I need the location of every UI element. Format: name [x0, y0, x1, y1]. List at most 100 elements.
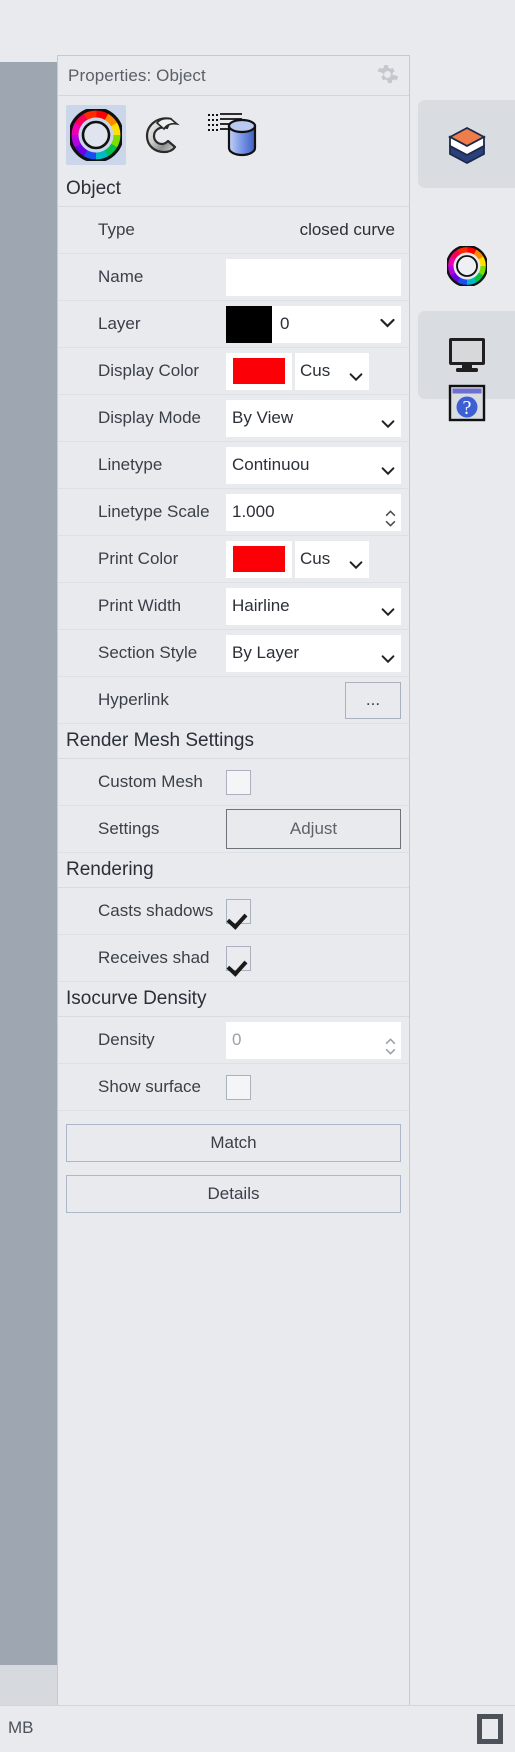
type-value: closed curve — [299, 220, 395, 239]
material-properties-icon[interactable] — [134, 105, 194, 165]
layer-color-swatch — [226, 305, 272, 343]
linetype-label: Linetype — [98, 455, 163, 474]
receives-shadows-checkbox[interactable] — [226, 945, 251, 971]
panel-toggle-icon[interactable] — [477, 1714, 503, 1744]
row-display-color: Display Color Cus — [58, 348, 409, 395]
row-section-style: Section Style By Layer — [58, 630, 409, 677]
chevron-up-icon[interactable] — [385, 504, 396, 516]
print-width-value: Hairline — [232, 596, 290, 615]
linetype-scale-input[interactable]: 1.000 — [226, 493, 379, 531]
print-width-combo[interactable]: Hairline — [226, 587, 401, 625]
custom-mesh-checkbox[interactable] — [226, 769, 251, 795]
layer-value: 0 — [280, 314, 290, 333]
status-text: MB — [8, 1718, 34, 1737]
row-display-mode: Display Mode By View — [58, 395, 409, 442]
receives-shadows-label: Receives shad — [98, 948, 210, 967]
section-rendering: Rendering — [58, 853, 409, 888]
section-object: Object — [58, 168, 409, 207]
print-color-swatch-button[interactable] — [226, 540, 292, 578]
print-color-swatch — [233, 546, 285, 572]
casts-shadows-checkbox[interactable] — [226, 898, 251, 924]
texture-mapping-icon[interactable] — [202, 105, 262, 165]
properties-panel: Properties: Object Object Type closed cu… — [57, 55, 410, 1705]
row-casts-shadows: Casts shadows — [58, 888, 409, 935]
chevron-down-icon[interactable] — [385, 1042, 396, 1055]
display-mode-value: By View — [232, 408, 294, 427]
adjust-button[interactable]: Adjust — [226, 809, 401, 849]
name-label: Name — [98, 267, 144, 286]
row-hyperlink: Hyperlink ... — [58, 677, 409, 724]
show-surface-checkbox[interactable] — [226, 1074, 251, 1100]
rail-item-layers[interactable] — [418, 100, 515, 188]
details-button[interactable]: Details — [66, 1175, 401, 1213]
layer-label: Layer — [98, 314, 141, 333]
linetype-scale-stepper[interactable] — [379, 493, 401, 531]
row-show-surface: Show surface — [58, 1064, 409, 1111]
section-style-combo[interactable]: By Layer — [226, 634, 401, 672]
hyperlink-label: Hyperlink — [98, 690, 169, 709]
print-width-label: Print Width — [98, 596, 182, 615]
viewport-strip — [0, 62, 57, 1665]
density-label: Density — [98, 1030, 155, 1049]
section-style-label: Section Style — [98, 643, 198, 662]
linetype-scale-label: Linetype Scale — [98, 502, 210, 521]
density-input[interactable]: 0 — [226, 1021, 379, 1059]
svg-text:?: ? — [462, 397, 471, 419]
hyperlink-browse-button[interactable]: ... — [345, 681, 401, 719]
display-color-mode-combo[interactable]: Cus — [295, 352, 369, 390]
object-properties-icon[interactable] — [66, 105, 126, 165]
display-color-label: Display Color — [98, 361, 200, 380]
row-mesh-settings: Settings Adjust — [58, 806, 409, 853]
density-stepper[interactable] — [379, 1021, 401, 1059]
section-render-mesh: Render Mesh Settings — [58, 724, 409, 759]
chevron-down-icon[interactable] — [349, 367, 363, 382]
row-layer: Layer 0 — [58, 301, 409, 348]
row-linetype-scale: Linetype Scale 1.000 — [58, 489, 409, 536]
row-density: Density 0 — [58, 1017, 409, 1064]
type-label: Type — [98, 220, 135, 239]
row-receives-shadows: Receives shad — [58, 935, 409, 982]
rail-item-help[interactable]: ? — [418, 375, 515, 431]
display-color-swatch — [233, 358, 285, 384]
row-custom-mesh: Custom Mesh — [58, 759, 409, 806]
section-style-value: By Layer — [232, 643, 300, 662]
display-mode-label: Display Mode — [98, 408, 201, 427]
chevron-down-icon[interactable] — [381, 649, 395, 664]
mesh-settings-label: Settings — [98, 819, 160, 838]
section-isocurve-density: Isocurve Density — [58, 982, 409, 1017]
chevron-down-icon[interactable] — [385, 514, 396, 527]
panel-header: Properties: Object — [58, 56, 409, 96]
right-rail: ? — [410, 55, 515, 1705]
app-window: Properties: Object Object Type closed cu… — [0, 0, 515, 1752]
display-color-swatch-button[interactable] — [226, 352, 292, 390]
chevron-down-icon[interactable] — [349, 555, 363, 570]
row-print-width: Print Width Hairline — [58, 583, 409, 630]
show-surface-label: Show surface — [98, 1077, 201, 1096]
status-bar: MB — [0, 1705, 515, 1752]
print-color-mode-combo[interactable]: Cus — [295, 540, 369, 578]
layer-combo[interactable]: 0 — [226, 305, 401, 343]
print-color-mode-value: Cus — [300, 549, 331, 568]
row-name: Name — [58, 254, 409, 301]
row-type: Type closed curve — [58, 207, 409, 254]
display-mode-combo[interactable]: By View — [226, 399, 401, 437]
properties-tool-row — [58, 96, 409, 168]
row-linetype: Linetype Continuou — [58, 442, 409, 489]
chevron-up-icon[interactable] — [385, 1032, 396, 1044]
display-color-mode-value: Cus — [300, 361, 331, 380]
casts-shadows-label: Casts shadows — [98, 901, 214, 920]
match-button[interactable]: Match — [66, 1124, 401, 1162]
print-color-label: Print Color — [98, 549, 179, 568]
rail-item-color-wheel[interactable] — [418, 238, 515, 294]
chevron-down-icon[interactable] — [381, 602, 395, 617]
chevron-down-icon[interactable] — [381, 461, 395, 476]
linetype-combo[interactable]: Continuou — [226, 446, 401, 484]
name-input[interactable] — [226, 258, 401, 296]
linetype-value: Continuou — [232, 455, 310, 474]
viewport-strip-footer — [0, 1665, 57, 1705]
chevron-down-icon[interactable] — [381, 414, 395, 429]
row-print-color: Print Color Cus — [58, 536, 409, 583]
gear-icon[interactable] — [376, 63, 399, 86]
custom-mesh-label: Custom Mesh — [98, 772, 203, 791]
chevron-down-icon[interactable] — [380, 315, 401, 333]
